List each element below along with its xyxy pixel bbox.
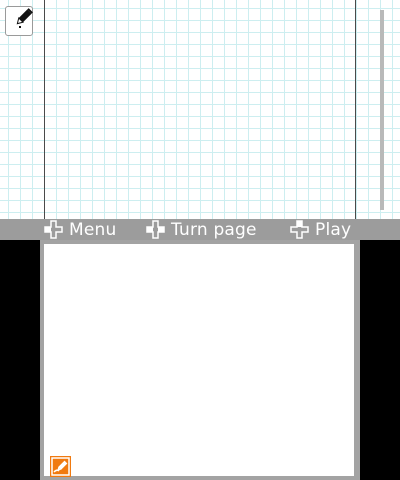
turn-page-label: Turn page [171, 219, 257, 240]
pencil-edit-icon [51, 457, 70, 476]
menu-label: Menu [69, 219, 117, 240]
menu-hint[interactable]: Menu [44, 219, 116, 240]
page-scrollbar[interactable] [380, 10, 384, 210]
control-hint-bar: Menu Turn page Play [0, 219, 400, 240]
dpad-up-icon [290, 220, 309, 239]
edit-button[interactable] [50, 456, 71, 477]
top-screen [0, 0, 400, 240]
pen-tool-button[interactable] [5, 6, 33, 36]
dpad-left-right-icon [146, 220, 165, 239]
play-label: Play [315, 219, 352, 240]
dpad-left-icon [44, 220, 63, 239]
bottom-screen [40, 240, 360, 480]
turn-page-hint[interactable]: Turn page [146, 219, 257, 240]
flipnote-page-preview [44, 0, 356, 228]
play-hint[interactable]: Play [290, 219, 351, 240]
pencil-icon [16, 8, 33, 28]
drawing-canvas[interactable] [44, 244, 354, 477]
